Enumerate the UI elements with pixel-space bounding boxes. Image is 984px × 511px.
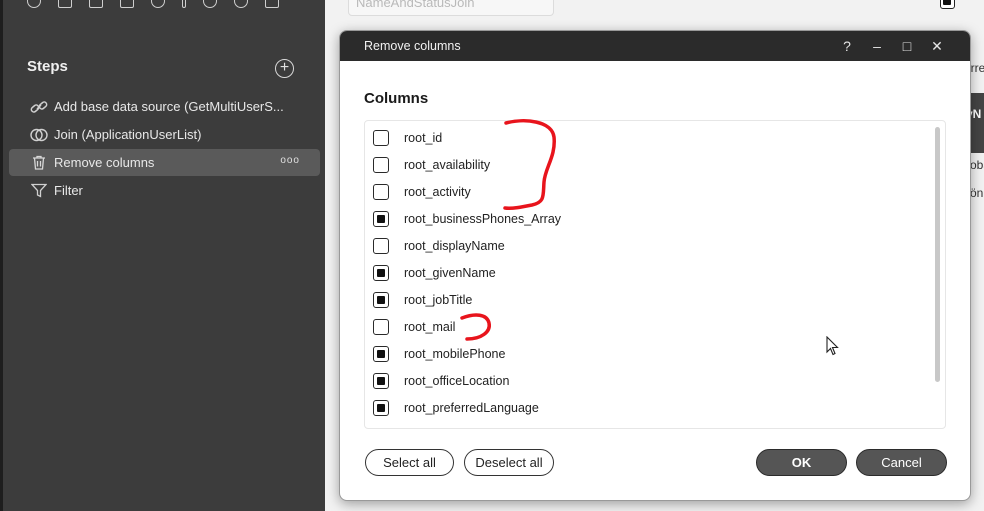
pin-icon[interactable] xyxy=(182,0,186,8)
trash-icon xyxy=(30,155,48,171)
step-label: Filter xyxy=(54,183,83,198)
column-label: root_mobilePhone xyxy=(404,347,506,361)
column-checkbox[interactable] xyxy=(373,319,389,335)
step-join[interactable]: Join (ApplicationUserList) xyxy=(9,121,320,148)
trash-icon[interactable] xyxy=(120,0,134,8)
minimize-icon[interactable]: – xyxy=(869,38,885,54)
column-row[interactable]: root_jobTitle xyxy=(373,291,472,309)
join-icon[interactable] xyxy=(234,0,248,8)
column-checkbox[interactable] xyxy=(373,238,389,254)
list-scrollbar[interactable] xyxy=(935,127,940,382)
refresh-icon[interactable] xyxy=(151,0,165,8)
select-all-button[interactable]: Select all xyxy=(365,449,454,476)
column-label: root_activity xyxy=(404,185,471,199)
close-icon[interactable]: ✕ xyxy=(929,38,945,54)
column-row[interactable]: root_mobilePhone xyxy=(373,345,505,363)
add-source-icon[interactable] xyxy=(27,0,41,8)
more-options-icon[interactable]: ooo xyxy=(280,155,300,166)
column-checkbox[interactable] xyxy=(373,346,389,362)
column-row[interactable]: root_availability xyxy=(373,156,490,174)
column-checkbox[interactable] xyxy=(373,184,389,200)
column-row[interactable]: root_givenName xyxy=(373,264,496,282)
join-icon xyxy=(30,127,48,143)
column-row[interactable]: root_mail xyxy=(373,318,455,336)
toolbar xyxy=(27,0,279,8)
steps-title: Steps xyxy=(27,58,68,75)
step-remove-columns[interactable]: Remove columns ooo xyxy=(9,149,320,176)
link-icon xyxy=(30,99,48,115)
cancel-button[interactable]: Cancel xyxy=(856,449,947,476)
column-checkbox[interactable] xyxy=(373,292,389,308)
column-checkbox[interactable] xyxy=(373,130,389,146)
import-icon[interactable] xyxy=(89,0,103,8)
column-checkbox[interactable] xyxy=(373,157,389,173)
column-label: root_displayName xyxy=(404,239,505,253)
help-icon[interactable]: ? xyxy=(839,38,855,54)
text-icon[interactable] xyxy=(58,0,72,8)
column-checkbox[interactable] xyxy=(373,373,389,389)
column-row[interactable]: root_activity xyxy=(373,183,471,201)
ok-button[interactable]: OK xyxy=(756,449,847,476)
column-row[interactable]: root_displayName xyxy=(373,237,505,255)
column-label: root_id xyxy=(404,131,443,145)
dialog-title: Remove columns xyxy=(364,39,461,53)
column-label: root_businessPhones_Array xyxy=(404,212,562,226)
column-row[interactable]: root_officeLocation xyxy=(373,372,509,390)
step-label: Add base data source (GetMultiUserS... xyxy=(54,99,284,114)
remove-columns-dialog: Remove columns ? – □ ✕ Columns root_id r… xyxy=(339,30,971,501)
step-filter[interactable]: Filter xyxy=(9,177,320,204)
column-label: root_jobTitle xyxy=(404,293,473,307)
list-icon[interactable] xyxy=(203,0,217,8)
column-row[interactable]: root_id xyxy=(373,129,442,147)
columns-heading: Columns xyxy=(364,90,429,107)
column-checkbox[interactable] xyxy=(373,211,389,227)
maximize-icon[interactable]: □ xyxy=(899,38,915,54)
step-add-base-data-source[interactable]: Add base data source (GetMultiUserS... xyxy=(9,93,320,120)
dialog-titlebar: Remove columns ? – □ ✕ xyxy=(340,31,970,61)
background-text: ön xyxy=(970,186,984,200)
mouse-cursor-icon xyxy=(826,336,839,356)
column-label: root_availability xyxy=(404,158,491,172)
deselect-all-button[interactable]: Deselect all xyxy=(464,449,554,476)
background-checkbox[interactable] xyxy=(940,0,955,9)
column-label: root_givenName xyxy=(404,266,496,280)
column-checkbox[interactable] xyxy=(373,265,389,281)
column-label: root_mail xyxy=(404,320,456,334)
column-label: root_preferredLanguage xyxy=(404,401,539,415)
step-label: Join (ApplicationUserList) xyxy=(54,127,202,142)
column-label: root_officeLocation xyxy=(404,374,510,388)
filter-icon xyxy=(30,183,48,199)
column-row[interactable]: root_businessPhones_Array xyxy=(373,210,561,228)
column-checkbox[interactable] xyxy=(373,400,389,416)
background-text: oba xyxy=(970,158,984,172)
table-icon[interactable] xyxy=(265,0,279,8)
steps-panel: Steps + Add base data source (GetMultiUs… xyxy=(0,0,325,511)
plus-circle-icon[interactable]: + xyxy=(275,59,294,78)
step-name-input[interactable]: NameAndStatusJoin xyxy=(348,0,554,16)
columns-list[interactable]: root_id root_availability root_activity … xyxy=(364,120,946,429)
step-label: Remove columns xyxy=(54,155,155,170)
column-row[interactable]: root_preferredLanguage xyxy=(373,399,539,417)
